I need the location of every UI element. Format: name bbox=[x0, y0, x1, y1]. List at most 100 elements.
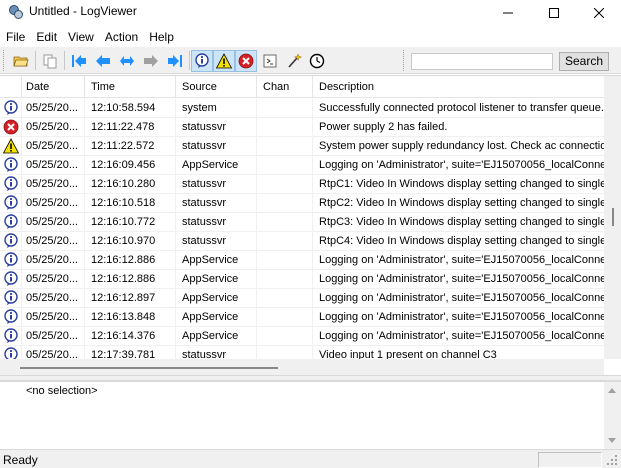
menu-view[interactable]: View bbox=[64, 27, 101, 47]
description-cell: Logging on 'Administrator', suite='EJ150… bbox=[319, 159, 604, 171]
scroll-down-icon[interactable] bbox=[608, 438, 616, 443]
search-input[interactable] bbox=[411, 53, 553, 70]
menu-action[interactable]: Action bbox=[101, 27, 145, 47]
table-row[interactable]: 05/25/20... 12:10:58.594 system Successfull… bbox=[0, 99, 604, 118]
column-header-icon[interactable] bbox=[0, 76, 22, 98]
table-row[interactable]: 05/25/20... 12:11:22.572 statussvr System p… bbox=[0, 137, 604, 156]
table-row[interactable]: 05/25/20... 12:16:10.280 statussvr RtpC1: V… bbox=[0, 175, 604, 194]
description-cell: Logging on 'Administrator', suite='EJ150… bbox=[319, 292, 604, 304]
scroll-up-icon[interactable] bbox=[608, 388, 616, 393]
status-bar: Ready bbox=[0, 449, 621, 468]
next-button[interactable] bbox=[140, 50, 162, 72]
toolbar-grip[interactable] bbox=[3, 50, 6, 71]
menu-help[interactable]: Help bbox=[145, 27, 181, 47]
minimize-icon bbox=[503, 12, 513, 13]
last-button[interactable] bbox=[164, 50, 186, 72]
description-cell: System power supply redundancy lost. Che… bbox=[319, 140, 604, 152]
last-record-icon bbox=[168, 55, 182, 67]
window-title: Untitled - LogViewer bbox=[29, 4, 137, 18]
open-button[interactable] bbox=[10, 50, 32, 72]
table-row[interactable]: 05/25/20... 12:16:10.970 statussvr RtpC4: V… bbox=[0, 232, 604, 251]
wand-button[interactable] bbox=[283, 50, 305, 72]
date-cell: 05/25/20... bbox=[22, 232, 85, 250]
chan-cell bbox=[257, 194, 313, 212]
column-header-time[interactable]: Time bbox=[85, 76, 176, 98]
previous-button[interactable] bbox=[92, 50, 114, 72]
copy-button[interactable] bbox=[39, 50, 61, 72]
description-cell: Logging on 'Administrator', suite='EJ150… bbox=[319, 254, 604, 266]
source-cell: AppService bbox=[176, 251, 257, 269]
date-cell: 05/25/20... bbox=[22, 137, 85, 155]
chan-cell bbox=[257, 137, 313, 155]
console-icon bbox=[263, 54, 277, 68]
table-row[interactable]: 05/25/20... 12:16:09.456 AppService Logging… bbox=[0, 156, 604, 175]
log-rows: 05/25/20... 12:10:58.594 system Successfull… bbox=[0, 99, 604, 365]
close-icon bbox=[594, 7, 604, 18]
date-cell: 05/25/20... bbox=[22, 213, 85, 231]
info-filter-button[interactable] bbox=[191, 50, 213, 72]
vertical-scrollbar[interactable] bbox=[604, 76, 621, 359]
time-cell: 12:11:22.478 bbox=[85, 118, 176, 136]
description-cell: Power supply 2 has failed. bbox=[319, 121, 448, 133]
column-header-chan[interactable]: Chan bbox=[257, 76, 313, 98]
app-icon bbox=[9, 5, 23, 19]
search-button[interactable]: Search bbox=[559, 52, 609, 71]
close-button[interactable] bbox=[577, 0, 621, 25]
description-cell: RtpC2: Video In Windows display setting … bbox=[319, 197, 604, 209]
chan-cell bbox=[257, 308, 313, 326]
detail-text: <no selection> bbox=[26, 385, 98, 397]
chan-cell bbox=[257, 118, 313, 136]
resize-grip-icon[interactable] bbox=[606, 454, 618, 466]
info-icon bbox=[0, 327, 22, 345]
toolbar-grip[interactable] bbox=[403, 50, 406, 71]
scroll-thumb[interactable] bbox=[612, 208, 614, 226]
first-button[interactable] bbox=[68, 50, 90, 72]
time-cell: 12:16:12.897 bbox=[85, 289, 176, 307]
table-row[interactable]: 05/25/20... 12:16:10.518 statussvr RtpC2: V… bbox=[0, 194, 604, 213]
table-row[interactable]: 05/25/20... 12:16:12.886 AppService Logging… bbox=[0, 270, 604, 289]
horizontal-scrollbar[interactable] bbox=[0, 359, 604, 375]
table-row[interactable]: 05/25/20... 12:16:10.772 statussvr RtpC3: V… bbox=[0, 213, 604, 232]
minimize-button[interactable] bbox=[485, 0, 531, 25]
previous-next-button[interactable] bbox=[116, 50, 138, 72]
source-cell: statussvr bbox=[176, 213, 257, 231]
date-cell: 05/25/20... bbox=[22, 308, 85, 326]
first-record-icon bbox=[72, 55, 86, 67]
column-header-description[interactable]: Description bbox=[313, 76, 604, 98]
table-row[interactable]: 05/25/20... 12:16:12.886 AppService Logging… bbox=[0, 251, 604, 270]
date-cell: 05/25/20... bbox=[22, 118, 85, 136]
status-panel bbox=[538, 452, 602, 468]
log-list[interactable]: Date Time Source Chan Description 05/25/… bbox=[0, 75, 621, 375]
console-button[interactable] bbox=[259, 50, 281, 72]
table-row[interactable]: 05/25/20... 12:11:22.478 statussvr Power su… bbox=[0, 118, 604, 137]
error-filter-button[interactable] bbox=[235, 50, 257, 72]
toolbar-separator bbox=[189, 51, 190, 70]
warning-filter-button[interactable] bbox=[213, 50, 235, 72]
table-row[interactable]: 05/25/20... 12:16:14.376 AppService Logging… bbox=[0, 327, 604, 346]
clock-button[interactable] bbox=[306, 50, 328, 72]
description-cell: Successfully connected protocol listener… bbox=[319, 102, 604, 114]
maximize-button[interactable] bbox=[531, 0, 577, 25]
info-icon bbox=[0, 289, 22, 307]
menu-file[interactable]: File bbox=[2, 27, 32, 47]
date-cell: 05/25/20... bbox=[22, 327, 85, 345]
info-icon bbox=[195, 53, 209, 68]
description-cell: Logging on 'Administrator', suite='EJ150… bbox=[319, 330, 604, 342]
scroll-thumb[interactable] bbox=[20, 367, 278, 369]
warning-icon bbox=[216, 53, 232, 69]
column-header-source[interactable]: Source bbox=[176, 76, 257, 98]
error-icon bbox=[0, 118, 22, 136]
source-cell: statussvr bbox=[176, 137, 257, 155]
column-header-date[interactable]: Date bbox=[22, 76, 85, 98]
time-cell: 12:16:10.518 bbox=[85, 194, 176, 212]
clock-icon bbox=[309, 53, 325, 69]
time-cell: 12:10:58.594 bbox=[85, 99, 176, 117]
table-row[interactable]: 05/25/20... 12:16:12.897 AppService Logging… bbox=[0, 289, 604, 308]
detail-scrollbar[interactable] bbox=[604, 382, 621, 449]
detail-pane: <no selection> bbox=[0, 381, 621, 449]
chan-cell bbox=[257, 99, 313, 117]
menu-edit[interactable]: Edit bbox=[32, 27, 64, 47]
table-row[interactable]: 05/25/20... 12:16:13.848 AppService Logging… bbox=[0, 308, 604, 327]
chan-cell bbox=[257, 175, 313, 193]
menu-bar: File Edit View Action Help bbox=[0, 27, 621, 47]
